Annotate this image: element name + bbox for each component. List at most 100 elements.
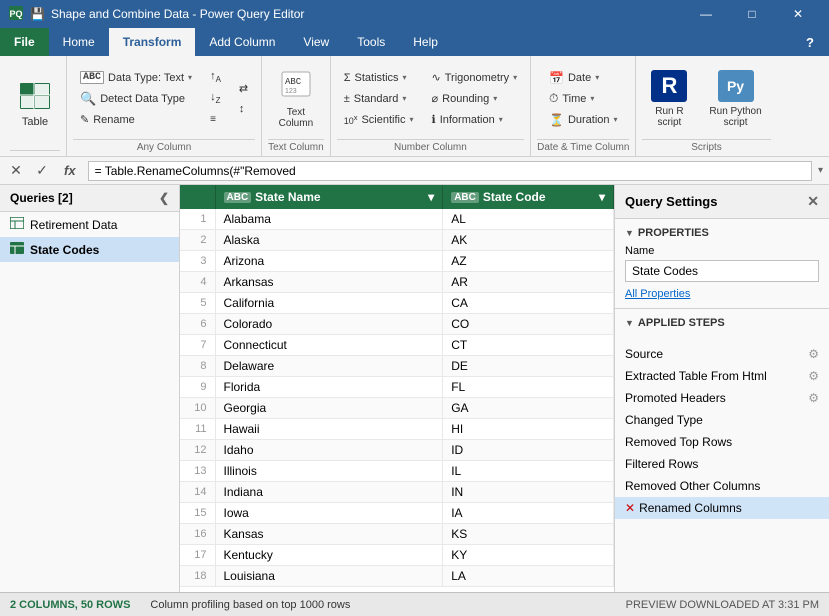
col-state-code[interactable]: ABC State Code ▾ <box>443 185 614 209</box>
state-codes-table-icon <box>10 242 24 257</box>
step-gear-icon[interactable]: ⚙ <box>808 369 819 383</box>
table-row[interactable]: 14 Indiana IN <box>180 482 614 503</box>
qs-properties-title: ▼ PROPERTIES <box>625 227 819 239</box>
qs-close-btn[interactable]: ✕ <box>807 193 819 210</box>
properties-label: PROPERTIES <box>638 227 709 239</box>
tab-home[interactable]: Home <box>49 28 109 56</box>
formula-expand-icon[interactable]: ▾ <box>818 165 823 176</box>
python-icon: Py <box>718 70 754 102</box>
table-row[interactable]: 12 Idaho ID <box>180 440 614 461</box>
formula-accept-btn[interactable]: ✓ <box>32 161 52 181</box>
svg-text:PQ: PQ <box>9 9 22 19</box>
abc-icon: ABC <box>80 71 104 84</box>
scientific-button[interactable]: 10x Scientific ▾ <box>337 110 421 130</box>
state-name-cell: Idaho <box>215 440 443 461</box>
table-row[interactable]: 3 Arizona AZ <box>180 251 614 272</box>
table-row[interactable]: 4 Arkansas AR <box>180 272 614 293</box>
step-gear-icon[interactable]: ⚙ <box>808 347 819 361</box>
tab-view[interactable]: View <box>289 28 343 56</box>
standard-button[interactable]: ± Standard ▾ <box>337 89 421 109</box>
sort-desc-button[interactable]: ↓Z <box>203 89 228 109</box>
step-renamedColumns[interactable]: ✕Renamed Columns <box>615 497 829 519</box>
table-row[interactable]: 15 Iowa IA <box>180 503 614 524</box>
trigonometry-button[interactable]: ∿ Trigonometry ▾ <box>425 68 525 88</box>
table-row[interactable]: 16 Kansas KS <box>180 524 614 545</box>
text-column-button[interactable]: ABC 123 Text Column <box>270 65 322 133</box>
sort-asc-button[interactable]: ↑A <box>203 68 228 88</box>
state-code-filter-icon[interactable]: ▾ <box>599 190 605 204</box>
table-row[interactable]: 2 Alaska AK <box>180 230 614 251</box>
steps-chevron: ▼ <box>625 318 634 328</box>
run-r-button[interactable]: R Run R script <box>642 65 696 133</box>
rounding-button[interactable]: ⌀ Rounding ▾ <box>425 89 525 109</box>
col-state-name[interactable]: ABC State Name ▾ <box>215 185 443 209</box>
table-row[interactable]: 13 Illinois IL <box>180 461 614 482</box>
group-by-button[interactable]: ≡ <box>203 110 228 130</box>
table-button[interactable]: Table <box>10 70 60 138</box>
duration-button[interactable]: ⏳ Duration ▾ <box>542 110 625 130</box>
qs-name-input[interactable] <box>625 260 819 282</box>
tab-file[interactable]: File <box>0 28 49 56</box>
columns-rows-info: 2 COLUMNS, 50 ROWS <box>10 599 130 611</box>
sidebar-collapse-btn[interactable]: ❮ <box>159 191 169 205</box>
minimize-button[interactable]: — <box>683 0 729 28</box>
help-icon[interactable]: ? <box>799 31 821 53</box>
data-type-dropdown-arrow: ▾ <box>188 73 192 82</box>
ribbon: File Home Transform Add Column View Tool… <box>0 28 829 157</box>
table-row[interactable]: 9 Florida FL <box>180 377 614 398</box>
all-properties-link[interactable]: All Properties <box>625 288 690 300</box>
step-extractedTable[interactable]: Extracted Table From Html⚙ <box>615 365 829 387</box>
tab-add-column[interactable]: Add Column <box>195 28 289 56</box>
formula-cancel-btn[interactable]: ✕ <box>6 161 26 181</box>
time-icon: ⏱ <box>549 91 558 106</box>
table-row[interactable]: 10 Georgia GA <box>180 398 614 419</box>
sidebar-item-state-codes[interactable]: State Codes <box>0 237 179 262</box>
state-code-cell: HI <box>443 419 614 440</box>
group-icon: ≡ <box>210 114 216 125</box>
table-group-label <box>10 150 60 156</box>
step-changedType[interactable]: Changed Type <box>615 409 829 431</box>
time-button[interactable]: ⏱ Time ▾ <box>542 89 625 109</box>
step-removedOtherColumns[interactable]: Removed Other Columns <box>615 475 829 497</box>
detect-data-type-label: Detect Data Type <box>100 93 185 105</box>
step-filteredRows[interactable]: Filtered Rows <box>615 453 829 475</box>
close-button[interactable]: ✕ <box>775 0 821 28</box>
table-row[interactable]: 17 Kentucky KY <box>180 545 614 566</box>
step-promotedHeaders[interactable]: Promoted Headers⚙ <box>615 387 829 409</box>
statistics-button[interactable]: Σ Statistics ▾ <box>337 68 421 88</box>
tab-transform[interactable]: Transform <box>109 28 196 56</box>
save-icon[interactable]: 💾 <box>30 7 45 21</box>
tab-tools[interactable]: Tools <box>343 28 399 56</box>
information-button[interactable]: ℹ Information ▾ <box>425 110 525 130</box>
state-name-filter-icon[interactable]: ▾ <box>428 190 434 204</box>
move-button[interactable]: ↕ <box>232 99 255 119</box>
date-button[interactable]: 📅 Date ▾ <box>542 68 625 88</box>
data-grid[interactable]: ABC State Name ▾ ABC State Code ▾ <box>180 185 614 592</box>
row-number: 13 <box>180 461 215 482</box>
scripts-btns: R Run R script Py Run Python script <box>642 60 770 137</box>
run-python-button[interactable]: Py Run Python script <box>700 65 770 133</box>
step-name: Source <box>625 347 808 361</box>
ribbon-group-any-column: ABC Data Type: Text ▾ 🔍 Detect Data Type… <box>67 56 262 156</box>
table-row[interactable]: 11 Hawaii HI <box>180 419 614 440</box>
table-row[interactable]: 6 Colorado CO <box>180 314 614 335</box>
table-row[interactable]: 18 Louisiana LA <box>180 566 614 587</box>
replace-values-button[interactable]: ⇄ <box>232 78 255 98</box>
step-removedTopRows[interactable]: Removed Top Rows <box>615 431 829 453</box>
step-gear-icon[interactable]: ⚙ <box>808 391 819 405</box>
table-row[interactable]: 1 Alabama AL <box>180 209 614 230</box>
tab-help[interactable]: Help <box>399 28 452 56</box>
table-row[interactable]: 7 Connecticut CT <box>180 335 614 356</box>
table-row[interactable]: 5 California CA <box>180 293 614 314</box>
rename-button[interactable]: ✎ Rename <box>73 110 199 130</box>
text-column-label: Text Column <box>279 107 313 129</box>
detect-data-type-button[interactable]: 🔍 Detect Data Type <box>73 89 199 109</box>
sidebar-item-retirement[interactable]: Retirement Data <box>0 212 179 237</box>
formula-input[interactable] <box>88 161 812 181</box>
text-column-btns: ABC 123 Text Column <box>270 60 322 137</box>
data-type-button[interactable]: ABC Data Type: Text ▾ <box>73 68 199 88</box>
window-controls: — □ ✕ <box>683 0 821 28</box>
step-source[interactable]: Source⚙ <box>615 343 829 365</box>
maximize-button[interactable]: □ <box>729 0 775 28</box>
table-row[interactable]: 8 Delaware DE <box>180 356 614 377</box>
